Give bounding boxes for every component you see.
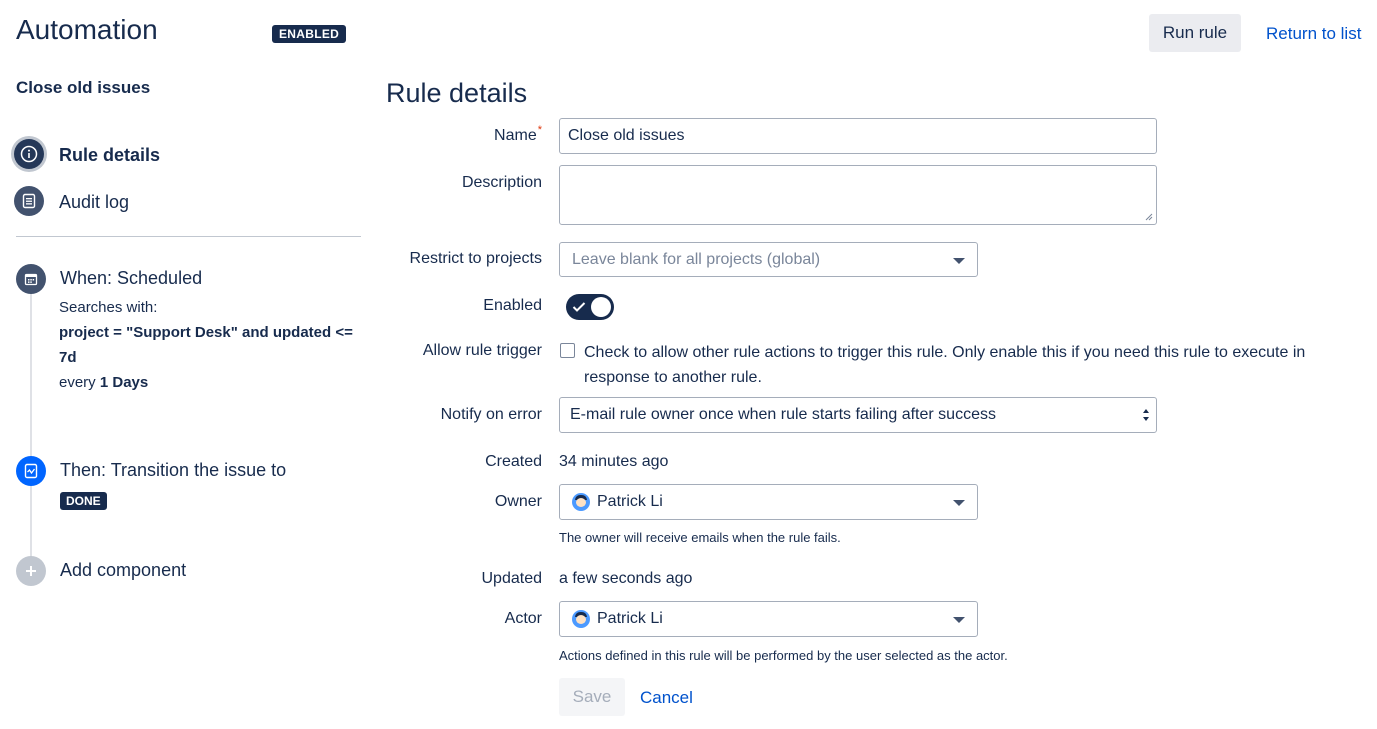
nav-label: Rule details <box>59 145 161 165</box>
notify-value: E-mail rule owner once when rule starts … <box>570 406 996 423</box>
nav-label: Audit log <box>59 192 130 212</box>
name-value: Close old issues <box>568 127 685 144</box>
transition-icon <box>16 456 46 486</box>
cancel-button[interactable]: Cancel <box>640 688 693 708</box>
description-field[interactable] <box>559 165 1157 225</box>
run-rule-button[interactable]: Run rule <box>1149 14 1241 52</box>
allow-trigger-label: Allow rule trigger <box>422 342 542 359</box>
chevron-down-icon <box>953 617 965 623</box>
trigger-component[interactable]: When: Scheduled Searches with: project =… <box>16 264 366 394</box>
name-label-text: Name <box>494 127 537 144</box>
page-title: Automation <box>16 14 158 45</box>
every-value: 1 Days <box>99 374 149 391</box>
status-lozenge-done: DONE <box>60 492 107 510</box>
updated-value: a few seconds ago <box>559 570 693 587</box>
list-icon <box>14 186 44 216</box>
owner-helper-text: The owner will receive emails when the r… <box>559 530 841 545</box>
actor-label: Actor <box>504 610 542 627</box>
save-button[interactable]: Save <box>559 678 625 716</box>
add-component-button[interactable]: Add component <box>16 556 236 588</box>
name-label: Name* <box>494 124 542 145</box>
owner-select[interactable]: Patrick Li <box>559 484 978 520</box>
allow-trigger-text: Check to allow other rule actions to tri… <box>584 344 1306 386</box>
owner-value: Patrick Li <box>597 493 663 510</box>
schedule-frequency: every 1 Days <box>59 370 369 395</box>
trigger-jql: project = "Support Desk" and updated <= … <box>59 324 353 366</box>
projects-placeholder: Leave blank for all projects (global) <box>572 251 821 268</box>
toggle-knob <box>591 297 611 317</box>
projects-label: Restrict to projects <box>409 250 542 267</box>
section-title: Rule details <box>386 78 528 108</box>
actor-helper-text: Actions defined in this rule will be per… <box>559 648 1008 663</box>
trigger-description: Searches with: project = "Support Desk" … <box>59 295 369 395</box>
calendar-icon <box>16 264 46 294</box>
nav-item-audit-log[interactable]: Audit log <box>14 186 214 218</box>
add-component-label: Add component <box>60 560 187 580</box>
notify-select[interactable]: E-mail rule owner once when rule starts … <box>559 397 1157 433</box>
chevron-down-icon <box>953 500 965 506</box>
searches-with-label: Searches with: <box>59 299 158 316</box>
return-to-list-link[interactable]: Return to list <box>1266 24 1361 44</box>
avatar <box>572 493 590 511</box>
actor-value: Patrick Li <box>597 610 663 627</box>
trigger-title: When: Scheduled <box>60 268 203 288</box>
actor-select[interactable]: Patrick Li <box>559 601 978 637</box>
resize-handle-icon[interactable] <box>1145 213 1153 221</box>
allow-trigger-checkbox[interactable] <box>560 343 575 358</box>
plus-icon <box>16 556 46 586</box>
sidebar-divider <box>16 236 361 237</box>
enabled-toggle[interactable] <box>566 294 614 320</box>
updated-label: Updated <box>481 570 543 587</box>
owner-label: Owner <box>494 493 542 510</box>
action-title: Then: Transition the issue to <box>60 460 287 480</box>
select-arrows-icon <box>1143 409 1149 421</box>
status-badge: ENABLED <box>272 25 347 43</box>
every-prefix: every <box>59 374 96 391</box>
check-icon <box>572 302 586 312</box>
notify-label: Notify on error <box>440 406 542 423</box>
projects-select[interactable]: Leave blank for all projects (global) <box>559 242 978 277</box>
created-value: 34 minutes ago <box>559 453 669 470</box>
required-marker: * <box>537 124 542 136</box>
avatar <box>572 610 590 628</box>
rule-name-heading: Close old issues <box>16 78 151 97</box>
description-label: Description <box>461 174 542 191</box>
chevron-down-icon <box>953 258 965 264</box>
enabled-label: Enabled <box>483 297 542 314</box>
name-field[interactable]: Close old issues <box>559 118 1157 154</box>
info-icon <box>14 139 44 169</box>
nav-item-rule-details[interactable]: Rule details <box>14 139 214 171</box>
created-label: Created <box>485 453 542 470</box>
